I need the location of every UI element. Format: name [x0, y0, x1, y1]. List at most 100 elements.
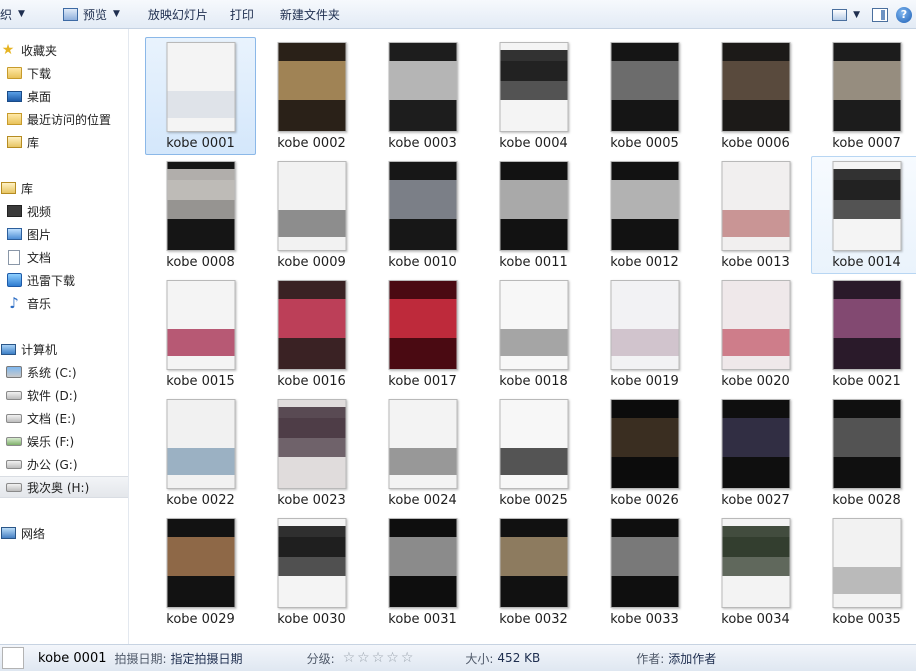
nav-computer[interactable]: 计算机 — [0, 338, 128, 360]
nav-fav-library[interactable]: 库 — [0, 131, 128, 153]
file-item[interactable]: kobe 0027 — [700, 394, 811, 512]
change-view-icon[interactable] — [832, 8, 848, 21]
file-item[interactable]: kobe 0021 — [811, 275, 916, 393]
nav-desktop[interactable]: 桌面 — [0, 85, 128, 107]
nav-drive-f[interactable]: 娱乐 (F:) — [0, 430, 128, 452]
file-item[interactable]: kobe 0030 — [256, 513, 367, 631]
nav-favorites[interactable]: ★ 收藏夹 — [0, 39, 128, 61]
drive-icon — [6, 413, 22, 423]
file-item[interactable]: kobe 0003 — [367, 37, 478, 155]
thumbnail-image-region — [833, 298, 900, 339]
thumbnail-image-region — [722, 210, 789, 237]
nav-drive-h[interactable]: 我次奥 (H:) — [0, 476, 128, 498]
file-item[interactable]: kobe 0035 — [811, 513, 916, 631]
file-item[interactable]: kobe 0007 — [811, 37, 916, 155]
file-name-label: kobe 0005 — [610, 136, 679, 151]
chevron-down-icon[interactable]: ▼ — [853, 10, 860, 20]
file-item[interactable]: kobe 0011 — [478, 156, 589, 274]
nav-documents[interactable]: 文档 — [0, 246, 128, 268]
file-item[interactable]: kobe 0004 — [478, 37, 589, 155]
slideshow-button[interactable]: 放映幻灯片 — [140, 0, 216, 29]
file-item[interactable]: kobe 0005 — [589, 37, 700, 155]
file-item[interactable]: kobe 0012 — [589, 156, 700, 274]
date-taken-value[interactable]: 指定拍摄日期 — [171, 650, 243, 667]
file-name-label: kobe 0034 — [721, 612, 790, 627]
nav-drive-c[interactable]: 系统 (C:) — [0, 361, 128, 383]
thumbnail-image-region — [389, 448, 456, 475]
file-item[interactable]: kobe 0018 — [478, 275, 589, 393]
file-item[interactable]: kobe 0017 — [367, 275, 478, 393]
file-item[interactable]: kobe 0029 — [145, 513, 256, 631]
nav-pictures[interactable]: 图片 — [0, 223, 128, 245]
file-item[interactable]: kobe 0013 — [700, 156, 811, 274]
file-item[interactable]: kobe 0008 — [145, 156, 256, 274]
file-item[interactable]: kobe 0019 — [589, 275, 700, 393]
author-value[interactable]: 添加作者 — [668, 650, 716, 667]
thumbnail-image-region — [167, 329, 234, 356]
file-thumbnail — [277, 399, 346, 489]
file-item[interactable]: kobe 0002 — [256, 37, 367, 155]
nav-videos[interactable]: 视频 — [0, 200, 128, 222]
nav-libraries[interactable]: 库 — [0, 177, 128, 199]
nav-network[interactable]: 网络 — [0, 522, 128, 544]
file-thumbnail — [721, 518, 790, 608]
nav-label: 收藏夹 — [21, 43, 58, 58]
system-drive-icon — [6, 366, 22, 378]
thumbnail-image-region — [278, 526, 345, 557]
file-name-label: kobe 0013 — [721, 255, 790, 270]
nav-thunder-downloads[interactable]: 迅雷下载 — [0, 269, 128, 291]
rating-stars[interactable]: ☆☆☆☆☆ — [343, 650, 416, 666]
thumbnail-image-region — [500, 536, 567, 577]
command-toolbar: 织 ▼ 预览 ▼ 放映幻灯片 打印 新建文件夹 ▼ ? — [0, 0, 916, 29]
file-item[interactable]: kobe 0033 — [589, 513, 700, 631]
nav-drive-d[interactable]: 软件 (D:) — [0, 384, 128, 406]
nav-label: 文档 (E:) — [27, 411, 76, 426]
file-item[interactable]: kobe 0023 — [256, 394, 367, 512]
help-icon[interactable]: ? — [896, 6, 912, 23]
file-thumbnail — [499, 518, 568, 608]
file-thumbnail — [832, 518, 901, 608]
file-item[interactable]: kobe 0028 — [811, 394, 916, 512]
file-item[interactable]: kobe 0015 — [145, 275, 256, 393]
nav-drive-g[interactable]: 办公 (G:) — [0, 453, 128, 475]
organize-button[interactable]: 织 ▼ — [0, 0, 33, 29]
file-thumbnail-icon — [2, 647, 24, 669]
file-item[interactable]: kobe 0010 — [367, 156, 478, 274]
file-item[interactable]: kobe 0025 — [478, 394, 589, 512]
file-item[interactable]: kobe 0006 — [700, 37, 811, 155]
thumbnail-image-region — [167, 91, 234, 118]
nav-label: 办公 (G:) — [27, 457, 78, 472]
file-item[interactable]: kobe 0014 — [811, 156, 916, 274]
file-item[interactable]: kobe 0016 — [256, 275, 367, 393]
nav-drive-e[interactable]: 文档 (E:) — [0, 407, 128, 429]
preview-button[interactable]: 预览 ▼ — [55, 0, 128, 29]
file-name-label: kobe 0025 — [499, 493, 568, 508]
file-thumbnail — [166, 161, 235, 251]
file-thumbnail — [499, 280, 568, 370]
file-thumbnail — [388, 161, 457, 251]
file-name-label: kobe 0002 — [277, 136, 346, 151]
nav-music[interactable]: ♪ 音乐 — [0, 292, 128, 314]
nav-label: 文档 — [27, 250, 52, 265]
new-folder-button[interactable]: 新建文件夹 — [272, 0, 348, 29]
file-item[interactable]: kobe 0026 — [589, 394, 700, 512]
file-thumbnail — [277, 161, 346, 251]
nav-recent-places[interactable]: 最近访问的位置 — [0, 108, 128, 130]
file-thumbnail — [721, 399, 790, 489]
file-item[interactable]: kobe 0022 — [145, 394, 256, 512]
preview-pane-icon[interactable] — [872, 7, 888, 22]
thumbnail-image-region — [278, 407, 345, 438]
file-item[interactable]: kobe 0009 — [256, 156, 367, 274]
file-item[interactable]: kobe 0024 — [367, 394, 478, 512]
file-item[interactable]: kobe 0020 — [700, 275, 811, 393]
file-name-label: kobe 0033 — [610, 612, 679, 627]
file-item[interactable]: kobe 0031 — [367, 513, 478, 631]
nav-downloads[interactable]: 下载 — [0, 62, 128, 84]
print-button[interactable]: 打印 — [222, 0, 262, 29]
file-item[interactable]: kobe 0001 — [145, 37, 256, 155]
file-item[interactable]: kobe 0034 — [700, 513, 811, 631]
file-name-label: kobe 0001 — [166, 136, 235, 151]
network-icon — [0, 527, 16, 539]
file-thumbnail — [832, 161, 901, 251]
file-item[interactable]: kobe 0032 — [478, 513, 589, 631]
